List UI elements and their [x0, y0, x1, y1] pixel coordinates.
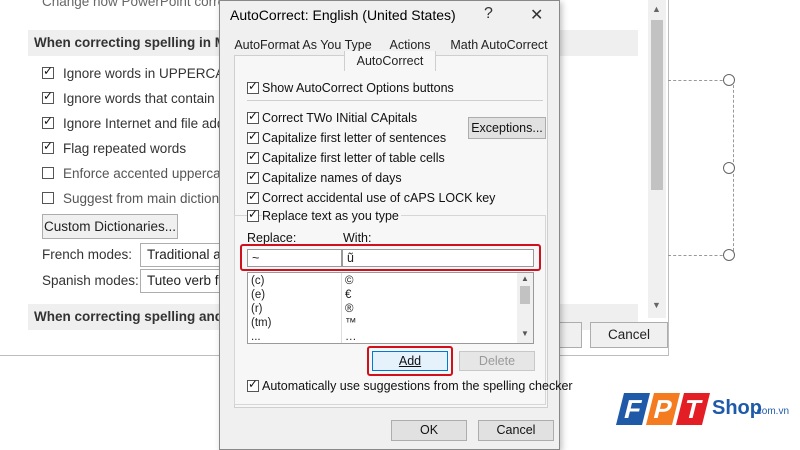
replace-text-label: Replace text as you type — [262, 209, 401, 223]
list-scrollbar[interactable]: ▲ ▼ — [517, 273, 533, 343]
with-label: With: — [343, 231, 372, 245]
show-options-checkbox[interactable] — [247, 79, 259, 94]
resize-handle-top-right[interactable] — [723, 74, 735, 86]
scroll-up-icon[interactable]: ▲ — [652, 4, 661, 14]
caps-lock-checkbox[interactable] — [247, 189, 259, 204]
show-options-label: Show AutoCorrect Options buttons — [262, 81, 454, 95]
replace-text-checkbox[interactable] — [247, 207, 259, 222]
logo-letter-f: F — [616, 393, 650, 425]
list-item[interactable]: ... … — [248, 330, 518, 343]
entry-to: ® — [345, 303, 354, 315]
ignore-numbers-label: Ignore words that contain nu — [63, 91, 234, 106]
close-icon[interactable]: ✕ — [530, 5, 543, 25]
autocorrect-dialog: AutoCorrect: English (United States) ? ✕… — [219, 0, 573, 450]
correct-two-initial-caps-label: Correct TWo INitial CApitals — [262, 111, 418, 125]
spanish-modes-label: Spanish modes: — [42, 273, 139, 288]
list-scroll-up-icon[interactable]: ▲ — [521, 274, 529, 283]
flag-repeated-checkbox[interactable] — [42, 139, 54, 154]
correct-two-initial-caps-checkbox[interactable] — [247, 109, 259, 124]
capitalize-table-cells-checkbox[interactable] — [247, 149, 259, 164]
entry-to: © — [345, 275, 354, 287]
delete-button[interactable]: Delete — [459, 351, 535, 371]
scroll-thumb[interactable] — [651, 20, 663, 190]
resize-handle-middle-right[interactable] — [723, 162, 735, 174]
french-modes-label: French modes: — [42, 247, 133, 262]
entry-from: ... — [251, 331, 261, 343]
tab-math-autocorrect[interactable]: Math AutoCorrect — [444, 34, 554, 56]
enforce-accented-label: Enforce accented uppercase i — [63, 166, 242, 181]
french-modes-select[interactable]: Traditional an — [140, 243, 220, 267]
resize-handle-bottom-right[interactable] — [723, 249, 735, 261]
fptshop-logo: F P T Shop .com.vn — [612, 385, 798, 445]
capitalize-sentences-checkbox[interactable] — [247, 129, 259, 144]
tab-autocorrect[interactable]: AutoCorrect — [344, 51, 436, 71]
suggest-main-dict-checkbox[interactable] — [42, 192, 54, 204]
options-cancel-button[interactable]: Cancel — [590, 322, 668, 348]
scroll-down-icon[interactable]: ▼ — [652, 300, 661, 310]
entry-to: ™ — [345, 317, 357, 329]
list-item[interactable]: (e) € — [248, 288, 518, 302]
entry-from: (r) — [251, 303, 263, 315]
list-item[interactable]: (tm) ™ — [248, 316, 518, 330]
capitalize-table-cells-label: Capitalize first letter of table cells — [262, 151, 445, 165]
replace-label: Replace: — [247, 231, 297, 245]
divider — [247, 100, 543, 101]
auto-suggestions-checkbox[interactable] — [247, 377, 259, 392]
capitalize-days-checkbox[interactable] — [247, 169, 259, 184]
ignore-internet-label: Ignore Internet and file addre — [63, 116, 237, 131]
spanish-modes-select[interactable]: Tuteo verb fo — [140, 269, 220, 293]
caps-lock-label: Correct accidental use of cAPS LOCK key — [262, 191, 496, 205]
ok-button[interactable]: OK — [391, 420, 467, 441]
ignore-uppercase-label: Ignore words in UPPERCASE — [63, 66, 243, 81]
flag-repeated-label: Flag repeated words — [63, 141, 187, 156]
capitalize-sentences-label: Capitalize first letter of sentences — [262, 131, 447, 145]
list-scroll-thumb[interactable] — [520, 286, 530, 304]
options-scrollbar[interactable]: ▲ ▼ — [648, 0, 666, 318]
ignore-uppercase-checkbox[interactable] — [42, 64, 54, 79]
options-ok-button-edge[interactable] — [560, 322, 582, 348]
enforce-accented-checkbox[interactable] — [42, 167, 54, 179]
logo-domain-text: .com.vn — [754, 406, 790, 417]
auto-suggestions-label: Automatically use suggestions from the s… — [262, 379, 573, 393]
highlight-add-button — [367, 346, 453, 376]
cancel-button[interactable]: Cancel — [478, 420, 554, 441]
suggest-main-dict-label: Suggest from main dictionar — [63, 191, 232, 206]
entry-to: € — [345, 289, 352, 301]
custom-dictionaries-button[interactable]: Custom Dictionaries... — [42, 214, 178, 239]
help-icon[interactable]: ? — [484, 5, 493, 23]
highlight-replace-row — [240, 244, 541, 271]
list-scroll-down-icon[interactable]: ▼ — [521, 329, 529, 338]
entry-to: … — [345, 331, 357, 343]
dialog-title: AutoCorrect: English (United States) — [230, 7, 456, 23]
entry-from: (tm) — [251, 317, 272, 329]
list-item[interactable]: (c) © — [248, 274, 518, 288]
logo-letter-t: T — [676, 393, 710, 425]
ignore-internet-checkbox[interactable] — [42, 114, 54, 129]
entry-from: (c) — [251, 275, 265, 287]
proofing-intro-text: Change how PowerPoint corrects — [42, 0, 243, 9]
entry-from: (e) — [251, 289, 266, 301]
capitalize-days-label: Capitalize names of days — [262, 171, 402, 185]
autocorrect-entries-list[interactable]: (c) © (e) € (r) ® (tm) ™ ... … ▲ ▼ — [247, 272, 534, 344]
exceptions-button[interactable]: Exceptions... — [468, 117, 546, 139]
ignore-numbers-checkbox[interactable] — [42, 89, 54, 104]
logo-letter-p: P — [646, 393, 680, 425]
list-item[interactable]: (r) ® — [248, 302, 518, 316]
